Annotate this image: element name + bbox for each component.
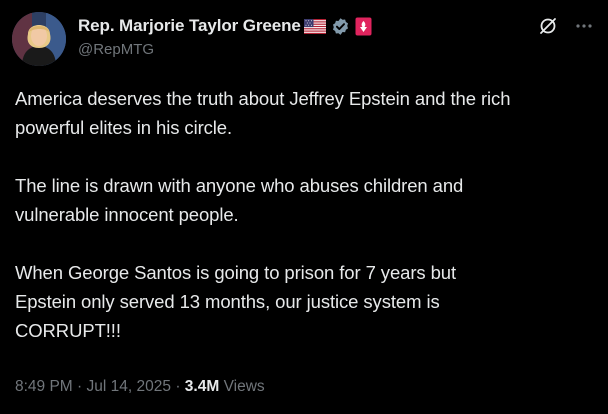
author-info: Rep. Marjorie Taylor Greene @RepMTG bbox=[78, 14, 372, 58]
more-options-icon[interactable] bbox=[574, 16, 594, 36]
author-avatar[interactable] bbox=[12, 12, 66, 66]
avatar-image bbox=[12, 12, 66, 66]
gray-verified-badge-icon[interactable] bbox=[331, 17, 350, 36]
tweet-time[interactable]: 8:49 PM bbox=[15, 378, 73, 395]
tweet-date[interactable]: Jul 14, 2025 bbox=[87, 378, 171, 395]
affiliate-badge-icon[interactable] bbox=[355, 17, 372, 36]
author-display-name[interactable]: Rep. Marjorie Taylor Greene bbox=[78, 16, 301, 36]
us-flag-icon bbox=[303, 18, 326, 34]
tweet-paragraph: America deserves the truth about Jeffrey… bbox=[15, 88, 511, 138]
header-actions bbox=[538, 16, 594, 36]
author-handle[interactable]: @RepMTG bbox=[78, 41, 372, 58]
grok-icon[interactable] bbox=[538, 16, 558, 36]
meta-separator: · bbox=[77, 378, 83, 395]
views-label: Views bbox=[223, 378, 265, 395]
tweet-header: Rep. Marjorie Taylor Greene @RepMTG bbox=[12, 12, 596, 68]
name-row: Rep. Marjorie Taylor Greene bbox=[78, 14, 372, 38]
tweet-text: America deserves the truth about Jeffrey… bbox=[15, 84, 595, 345]
tweet-paragraph: When George Santos is going to prison fo… bbox=[15, 262, 457, 341]
tweet-paragraph: The line is drawn with anyone who abuses… bbox=[15, 175, 464, 225]
tweet-meta: 8:49 PM · Jul 14, 2025 · 3.4M Views bbox=[15, 378, 265, 396]
views-count: 3.4M bbox=[184, 378, 220, 395]
tweet-card: Rep. Marjorie Taylor Greene @RepMTG Amer… bbox=[0, 0, 608, 414]
meta-separator: · bbox=[175, 378, 181, 395]
